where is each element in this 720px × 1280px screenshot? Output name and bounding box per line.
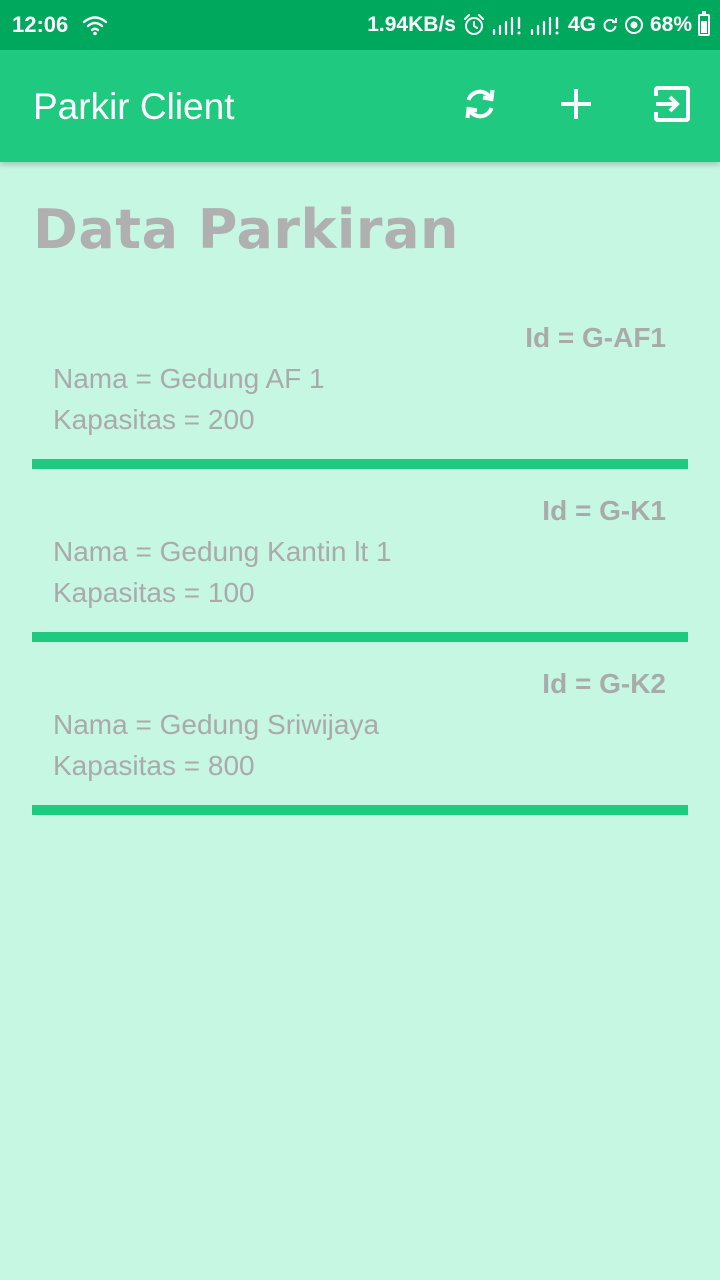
item-nama: Nama = Gedung AF 1: [53, 363, 325, 394]
network-type: 4G: [567, 13, 596, 36]
net-speed: 1.94KB/s: [367, 13, 456, 36]
logout-button[interactable]: [650, 84, 694, 128]
refresh-icon: [460, 84, 500, 129]
list-item[interactable]: Id = G-K1 Nama = Gedung Kantin lt 1 Kapa…: [32, 485, 688, 658]
divider: [32, 805, 688, 815]
list-item[interactable]: Id = G-K2 Nama = Gedung Sriwijaya Kapasi…: [32, 658, 688, 831]
add-button[interactable]: [554, 84, 598, 128]
sync-icon: [602, 17, 618, 33]
page-title: Data Parkiran: [33, 198, 459, 261]
status-time: 12:06: [12, 12, 69, 37]
refresh-button[interactable]: [458, 84, 502, 128]
item-id: Id = G-AF1: [525, 322, 666, 353]
alarm-icon: [462, 13, 486, 37]
signal-icon: [492, 14, 524, 36]
battery-text: 68%: [649, 13, 692, 36]
item-nama: Nama = Gedung Kantin lt 1: [53, 536, 392, 567]
app-title: Parkir Client: [33, 86, 235, 127]
list-item[interactable]: Id = G-AF1 Nama = Gedung AF 1 Kapasitas …: [32, 312, 688, 485]
signal-icon: [530, 14, 562, 36]
battery-icon: [698, 11, 710, 36]
item-kapasitas: Kapasitas = 800: [53, 750, 255, 781]
divider: [32, 459, 688, 469]
wifi-icon: [82, 14, 108, 36]
item-kapasitas: Kapasitas = 200: [53, 404, 255, 435]
logout-icon: [652, 84, 692, 129]
parking-list: Id = G-AF1 Nama = Gedung AF 1 Kapasitas …: [32, 312, 688, 831]
item-id: Id = G-K1: [542, 495, 666, 526]
location-icon: [624, 15, 644, 35]
divider: [32, 632, 688, 642]
status-bar: 12:06 1.94KB/s 4G 68%: [0, 0, 720, 50]
item-kapasitas: Kapasitas = 100: [53, 577, 255, 608]
item-nama: Nama = Gedung Sriwijaya: [53, 709, 380, 740]
item-id: Id = G-K2: [542, 668, 666, 699]
app-bar: Parkir Client: [0, 50, 720, 162]
add-icon: [558, 86, 594, 127]
battery-fill: [701, 20, 707, 33]
